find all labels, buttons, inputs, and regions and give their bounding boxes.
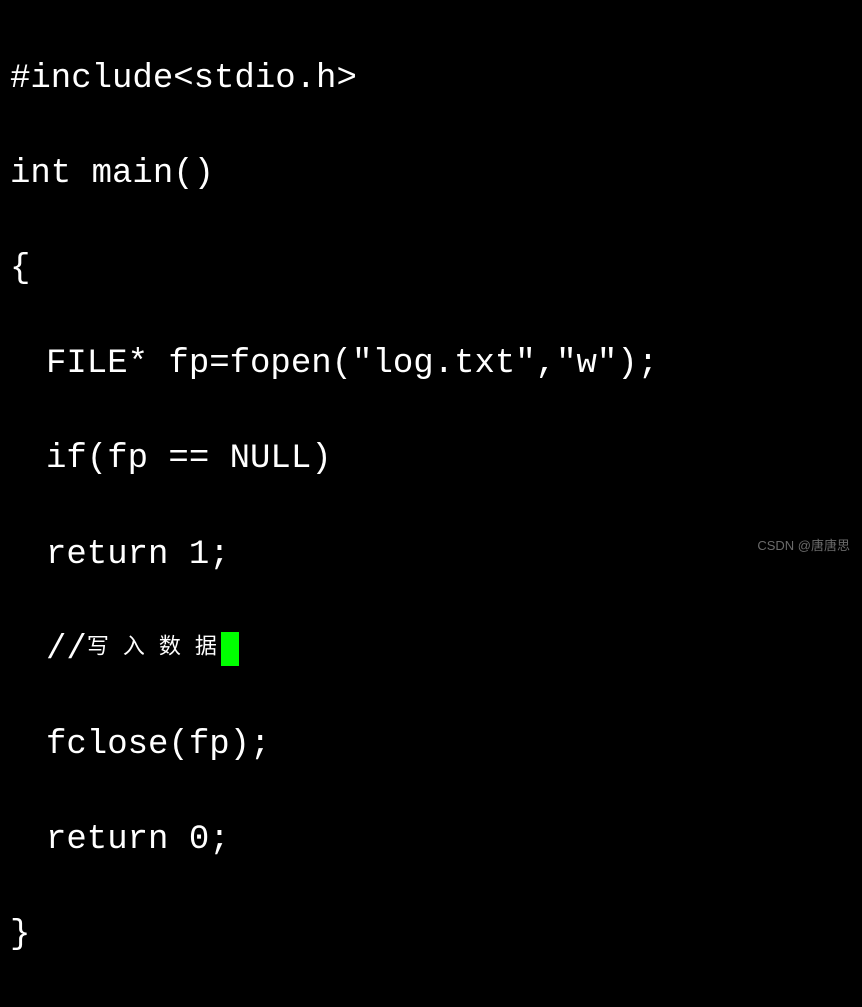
code-text: #include<stdio.h>: [10, 60, 357, 98]
code-text: return 0;: [46, 821, 230, 859]
comment-text: 写入数据: [87, 635, 231, 660]
code-line-10: }: [10, 912, 852, 960]
code-text: return 1;: [46, 536, 230, 574]
comment-prefix: //: [46, 631, 87, 669]
code-line-5: if(fp == NULL): [10, 436, 852, 484]
code-line-4: FILE* fp=fopen("log.txt","w");: [10, 341, 852, 389]
code-line-9: return 0;: [10, 817, 852, 865]
code-editor[interactable]: #include<stdio.h> int main() { FILE* fp=…: [10, 8, 852, 1007]
code-line-3: {: [10, 246, 852, 294]
watermark: CSDN @唐唐思: [757, 537, 850, 555]
code-line-7: //写入数据: [10, 627, 852, 675]
code-line-1: #include<stdio.h>: [10, 56, 852, 104]
code-text: FILE* fp=fopen("log.txt","w");: [46, 345, 658, 383]
code-line-8: fclose(fp);: [10, 722, 852, 770]
code-text: if(fp == NULL): [46, 440, 332, 478]
code-line-2: int main(): [10, 151, 852, 199]
code-line-6: return 1;: [10, 532, 852, 580]
code-text: }: [10, 916, 30, 954]
cursor: [221, 632, 239, 666]
code-text: fclose(fp);: [46, 726, 270, 764]
code-text: {: [10, 250, 30, 288]
code-text: int main(): [10, 155, 214, 193]
